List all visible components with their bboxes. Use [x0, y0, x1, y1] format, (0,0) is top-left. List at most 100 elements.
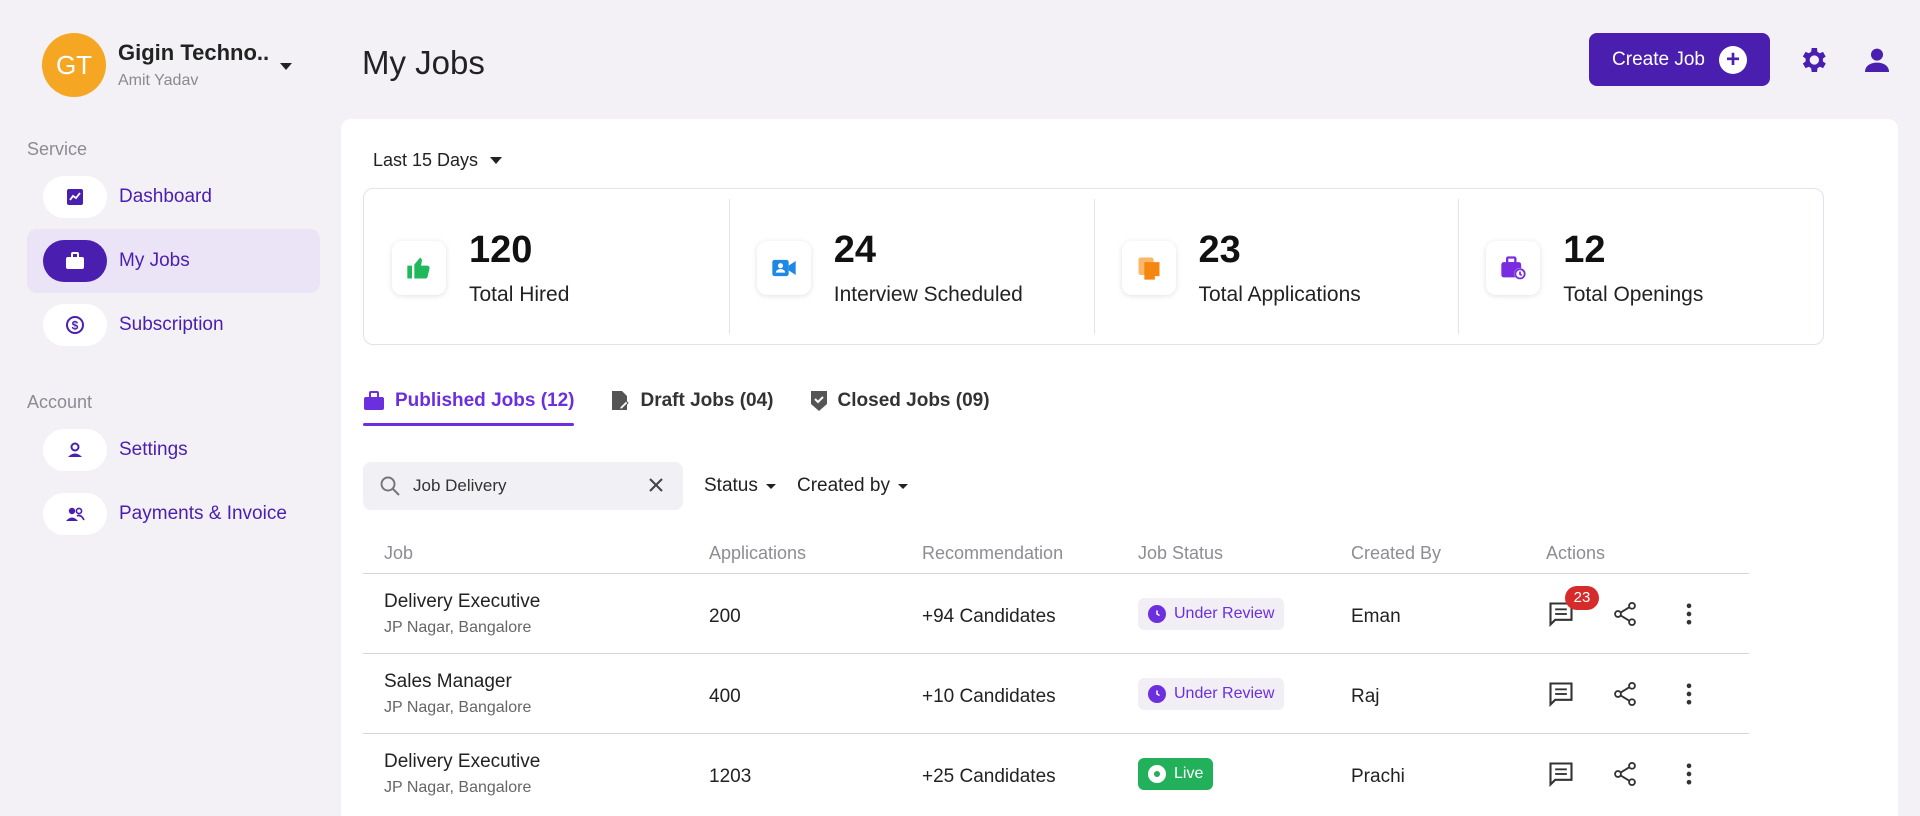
- briefcase-clock-icon: [1486, 241, 1541, 295]
- svg-text:$: $: [72, 319, 79, 333]
- search-icon: [380, 476, 400, 496]
- sidebar-item-label: Payments & Invoice: [119, 503, 287, 524]
- stats-panel: 120 Total Hired 24 Interview Scheduled 2…: [363, 188, 1824, 345]
- column-header-applications: Applications: [709, 543, 807, 563]
- sidebar: GT Gigin Techno.. Amit Yadav Service Das…: [0, 0, 340, 816]
- message-icon[interactable]: [1547, 760, 1575, 788]
- status-badge: Under Review: [1138, 678, 1285, 710]
- created-by: Eman: [1351, 606, 1401, 627]
- status-text: Live: [1174, 765, 1204, 782]
- copy-docs-icon: [1121, 241, 1176, 295]
- user-icon[interactable]: [1861, 44, 1893, 76]
- org-avatar: GT: [42, 33, 106, 97]
- column-header-created-by: Created By: [1351, 543, 1442, 563]
- recommendation[interactable]: +94 Candidates: [922, 606, 1056, 628]
- org-user-name: Amit Yadav: [118, 72, 199, 89]
- stat-value: 24: [833, 229, 877, 271]
- recommendation[interactable]: +10 Candidates: [922, 686, 1056, 708]
- search-box: [363, 462, 683, 510]
- tab-closed-jobs[interactable]: Closed Jobs (09): [810, 390, 990, 426]
- sidebar-item-my-jobs[interactable]: My Jobs: [27, 229, 320, 293]
- thumbs-up-icon: [392, 241, 446, 295]
- column-header-job: Job: [384, 543, 414, 563]
- stat-label: Interview Scheduled: [833, 283, 1023, 306]
- caret-down-icon: [490, 157, 503, 164]
- column-header-job-status: Job Status: [1138, 543, 1224, 563]
- job-title[interactable]: Sales Manager: [384, 671, 531, 693]
- sidebar-item-settings[interactable]: Settings: [27, 418, 320, 482]
- date-range-dropdown[interactable]: Last 15 Days: [373, 150, 503, 171]
- job-location: JP Nagar, Bangalore: [384, 779, 532, 796]
- stat-label: Total Openings: [1563, 283, 1704, 306]
- column-header-recommendation: Recommendation: [922, 543, 1064, 563]
- job-location: JP Nagar, Bangalore: [384, 619, 532, 636]
- section-label-account: Account: [27, 392, 93, 412]
- caret-down-icon: [765, 483, 776, 489]
- section-label-service: Service: [27, 139, 88, 159]
- created-by-filter-dropdown[interactable]: Created by: [797, 475, 908, 497]
- page-title: My Jobs: [362, 44, 485, 81]
- gear-icon[interactable]: [1797, 44, 1829, 76]
- share-icon[interactable]: [1611, 600, 1639, 628]
- search-input[interactable]: [413, 476, 623, 496]
- draft-doc-icon: [612, 391, 630, 410]
- more-vertical-icon[interactable]: [1675, 760, 1703, 788]
- close-icon[interactable]: [647, 476, 665, 494]
- share-icon[interactable]: [1611, 680, 1639, 708]
- job-title[interactable]: Delivery Executive: [384, 751, 540, 773]
- status-filter-dropdown[interactable]: Status: [704, 475, 776, 497]
- briefcase-icon: [43, 240, 107, 282]
- more-vertical-icon[interactable]: [1675, 600, 1703, 628]
- sidebar-item-subscription[interactable]: $ Subscription: [27, 293, 320, 357]
- status-badge: Live: [1138, 758, 1214, 790]
- stat-label: Total Hired: [469, 283, 570, 306]
- shield-check-icon: [810, 391, 827, 411]
- stat-value: 12: [1563, 229, 1606, 271]
- created-by: Raj: [1351, 686, 1380, 707]
- chart-icon: [43, 176, 107, 218]
- plus-icon: +: [1718, 45, 1747, 74]
- share-icon[interactable]: [1611, 760, 1639, 788]
- recommendation[interactable]: +25 Candidates: [922, 766, 1056, 788]
- sidebar-item-label: Dashboard: [119, 186, 212, 207]
- org-switcher[interactable]: GT Gigin Techno.. Amit Yadav: [42, 33, 269, 97]
- create-job-button[interactable]: Create Job +: [1589, 33, 1770, 86]
- job-location: JP Nagar, Bangalore: [384, 699, 532, 716]
- stat-value: 120: [469, 229, 533, 271]
- status-filter-label: Status: [704, 475, 758, 496]
- sidebar-item-label: Settings: [119, 439, 188, 460]
- stat-total-applications: 23 Total Applications: [1093, 189, 1459, 344]
- org-name: Gigin Techno..: [118, 40, 270, 65]
- stat-label: Total Applications: [1198, 283, 1361, 306]
- table-row[interactable]: Sales Manager JP Nagar, Bangalore 400 +1…: [363, 654, 1749, 734]
- message-count-badge: 23: [1565, 586, 1599, 610]
- sidebar-item-dashboard[interactable]: Dashboard: [27, 165, 320, 229]
- tab-label: Published Jobs (12): [395, 390, 575, 411]
- stat-interview-scheduled: 24 Interview Scheduled: [728, 189, 1094, 344]
- tab-label: Closed Jobs (09): [837, 390, 990, 411]
- stat-value: 23: [1198, 229, 1241, 271]
- column-header-actions: Actions: [1546, 543, 1606, 563]
- people-icon: [43, 493, 107, 535]
- briefcase-icon: [364, 391, 384, 410]
- sidebar-item-label: My Jobs: [119, 250, 190, 271]
- chevron-down-icon[interactable]: [280, 63, 292, 70]
- message-icon[interactable]: [1547, 680, 1575, 708]
- status-text: Under Review: [1174, 685, 1275, 702]
- job-tabs: Published Jobs (12) Draft Jobs (04) Clos…: [363, 390, 1026, 426]
- clock-icon: [1148, 605, 1166, 623]
- clock-icon: [1148, 685, 1166, 703]
- tab-draft-jobs[interactable]: Draft Jobs (04): [610, 390, 774, 426]
- table-row[interactable]: Delivery Executive JP Nagar, Bangalore 1…: [363, 734, 1749, 814]
- applications-count: 200: [709, 606, 741, 627]
- tab-published-jobs[interactable]: Published Jobs (12): [363, 390, 575, 426]
- tab-label: Draft Jobs (04): [640, 390, 774, 411]
- job-title[interactable]: Delivery Executive: [384, 591, 540, 613]
- sidebar-item-payments[interactable]: Payments & Invoice: [27, 482, 320, 546]
- status-text: Under Review: [1174, 605, 1275, 622]
- table-row[interactable]: Delivery Executive JP Nagar, Bangalore 2…: [363, 574, 1749, 654]
- more-vertical-icon[interactable]: [1675, 680, 1703, 708]
- applications-count: 400: [709, 686, 741, 707]
- caret-down-icon: [897, 483, 908, 489]
- live-dot-icon: [1148, 765, 1166, 783]
